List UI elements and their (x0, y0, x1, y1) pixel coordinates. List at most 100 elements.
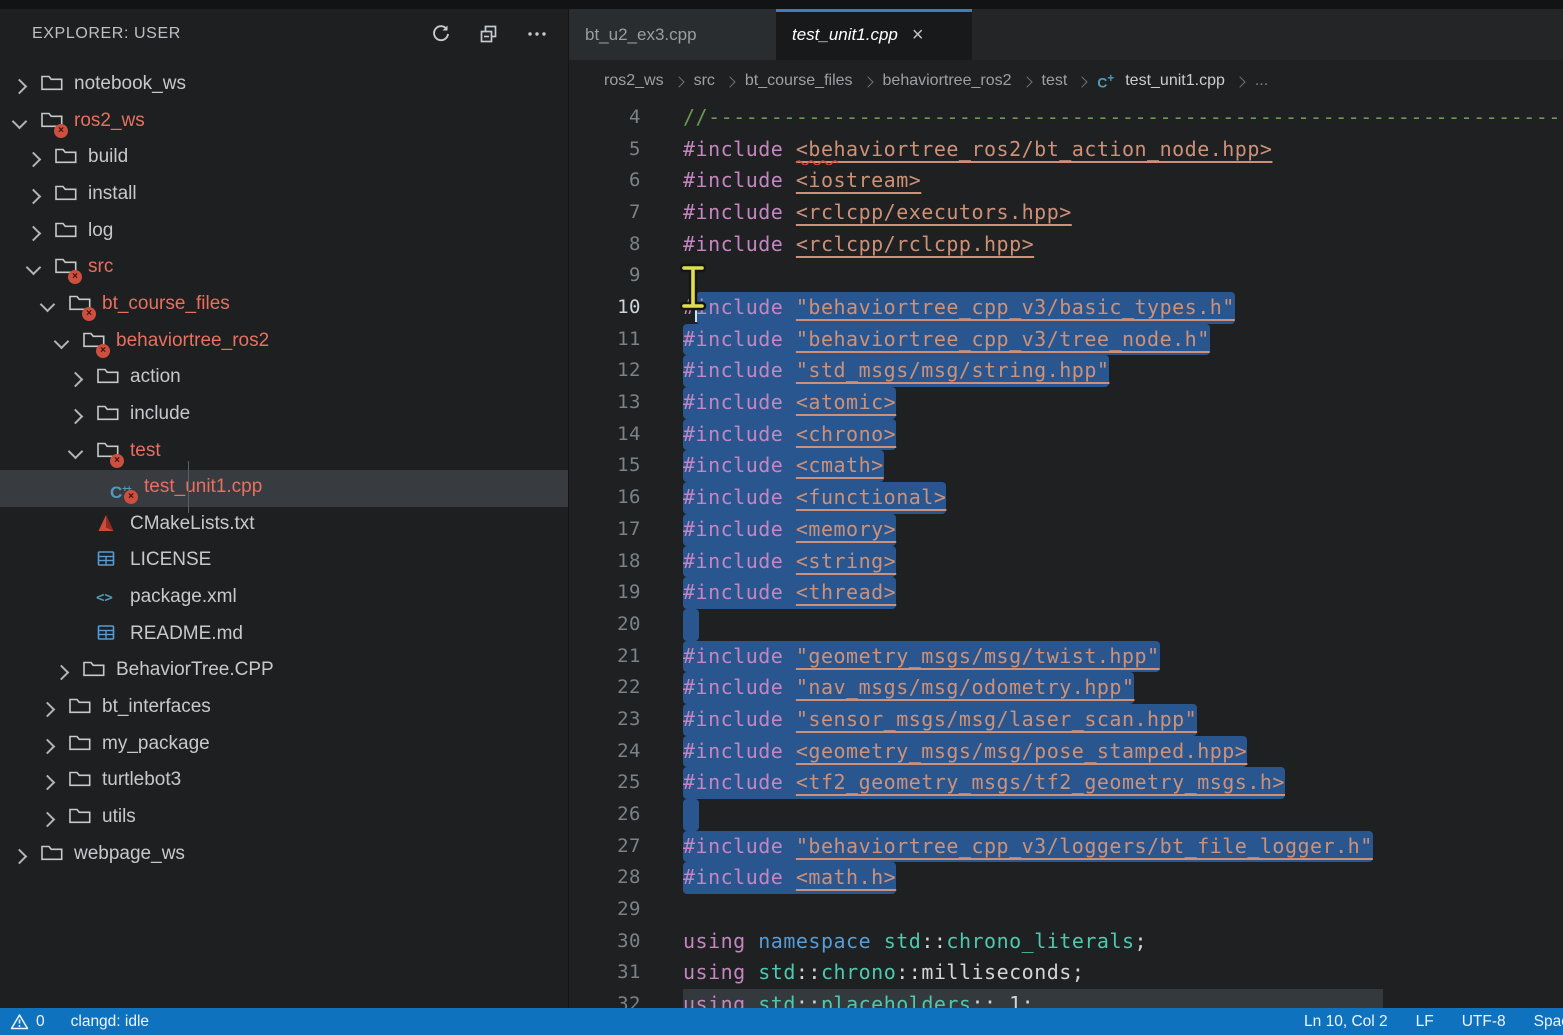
code-line-content[interactable]: #include <rclcpp/executors.hpp> (683, 197, 1563, 229)
code-line-content[interactable]: #include <functional> (683, 482, 1563, 514)
tree-item-behaviortree-cpp[interactable]: BehaviorTree.CPP (0, 653, 568, 690)
code-line-content[interactable]: #include <tf2_geometry_msgs/tf2_geometry… (683, 767, 1563, 799)
tree-item-behaviortree-ros2[interactable]: ×behaviortree_ros2 (0, 324, 568, 361)
breadcrumb-item-behaviortree_ros2[interactable]: behaviortree_ros2 (883, 72, 1012, 90)
tree-item-ros2-ws[interactable]: ×ros2_ws (0, 104, 568, 141)
line-number[interactable]: 10 (569, 292, 641, 324)
tree-item-cmakelists-txt[interactable]: CMakeLists.txt (0, 507, 568, 544)
code-line-content[interactable] (683, 609, 1563, 641)
line-number[interactable]: 4 (569, 102, 641, 134)
tree-item-log[interactable]: log (0, 214, 568, 251)
tree-item-my-package[interactable]: my_package (0, 727, 568, 764)
tree-item-license[interactable]: LICENSE (0, 543, 568, 580)
code-line-content[interactable] (683, 260, 1563, 292)
line-number[interactable]: 23 (569, 704, 641, 736)
tree-item-turtlebot3[interactable]: turtlebot3 (0, 763, 568, 800)
breadcrumb-file[interactable]: test_unit1.cpp (1125, 72, 1225, 90)
breadcrumb-item-test[interactable]: test (1042, 72, 1068, 90)
code-line-content[interactable]: #include <math.h> (683, 862, 1563, 894)
tree-item-include[interactable]: include (0, 397, 568, 434)
code-line-content[interactable]: using std::placeholders::_1; (683, 989, 1563, 1008)
breadcrumb-more[interactable]: ... (1255, 72, 1268, 90)
breadcrumb-item-ros2_ws[interactable]: ros2_ws (604, 72, 664, 90)
code-line-content[interactable]: using namespace std::chrono_literals; (683, 926, 1563, 958)
line-number[interactable]: 12 (569, 355, 641, 387)
line-number[interactable]: 26 (569, 799, 641, 831)
code-line-content[interactable]: #include "behaviortree_cpp_v3/loggers/bt… (683, 831, 1563, 863)
code-line-content[interactable]: using std::chrono::milliseconds; (683, 957, 1563, 989)
code-line-content[interactable]: #include "std_msgs/msg/string.hpp" (683, 355, 1563, 387)
code-line-content[interactable]: #include <string> (683, 546, 1563, 578)
tree-item-utils[interactable]: utils (0, 800, 568, 837)
code-line-content[interactable]: #include <atomic> (683, 387, 1563, 419)
code-line-content[interactable]: #include <cmath> (683, 450, 1563, 482)
line-number[interactable]: 19 (569, 577, 641, 609)
code-editor[interactable]: 4 //-------------------------------------… (569, 93, 1563, 1008)
collapse-folders-button[interactable] (478, 23, 500, 45)
line-number[interactable]: 5 (569, 134, 641, 166)
line-number[interactable]: 7 (569, 197, 641, 229)
tree-item-bt-interfaces[interactable]: bt_interfaces (0, 690, 568, 727)
line-number[interactable]: 28 (569, 862, 641, 894)
code-line-content[interactable]: #include "sensor_msgs/msg/laser_scan.hpp… (683, 704, 1563, 736)
tree-item-install[interactable]: install (0, 177, 568, 214)
line-number[interactable]: 13 (569, 387, 641, 419)
line-number[interactable]: 27 (569, 831, 641, 863)
line-number[interactable]: 31 (569, 957, 641, 989)
code-line-content[interactable]: #include "behaviortree_cpp_v3/basic_type… (683, 292, 1563, 324)
tree-item-webpage-ws[interactable]: webpage_ws (0, 837, 568, 874)
line-number[interactable]: 14 (569, 419, 641, 451)
breadcrumb-item-src[interactable]: src (694, 72, 715, 90)
tab-test-unit1-cpp[interactable]: test_unit1.cpp× (776, 9, 972, 60)
line-number[interactable]: 32 (569, 989, 641, 1008)
line-number[interactable]: 29 (569, 894, 641, 926)
code-line-content[interactable]: #include <behaviortree_ros2/bt_action_no… (683, 134, 1563, 166)
more-actions-button[interactable] (526, 23, 548, 45)
line-number[interactable]: 25 (569, 767, 641, 799)
tree-item-readme-md[interactable]: README.md (0, 617, 568, 654)
code-line-content[interactable]: //--------------------------------------… (683, 102, 1563, 134)
tree-item-bt-course-files[interactable]: ×bt_course_files (0, 287, 568, 324)
line-number[interactable]: 22 (569, 672, 641, 704)
tree-item-notebook-ws[interactable]: notebook_ws (0, 67, 568, 104)
refresh-explorer-button[interactable] (430, 23, 452, 45)
code-line-content[interactable]: #include "behaviortree_cpp_v3/tree_node.… (683, 324, 1563, 356)
line-number[interactable]: 20 (569, 609, 641, 641)
tree-item-build[interactable]: build (0, 140, 568, 177)
line-number[interactable]: 9 (569, 260, 641, 292)
encoding-indicator[interactable]: UTF-8 (1462, 1013, 1506, 1031)
code-line-content[interactable]: #include <chrono> (683, 419, 1563, 451)
tree-item-action[interactable]: action (0, 360, 568, 397)
cursor-position[interactable]: Ln 10, Col 2 (1304, 1013, 1388, 1031)
code-line-content[interactable]: #include "nav_msgs/msg/odometry.hpp" (683, 672, 1563, 704)
code-line-content[interactable]: #include <memory> (683, 514, 1563, 546)
line-number[interactable]: 17 (569, 514, 641, 546)
code-line-content[interactable]: #include <iostream> (683, 165, 1563, 197)
tree-item-test-unit1-cpp[interactable]: C++×test_unit1.cpp (0, 470, 568, 507)
code-line-content[interactable]: #include <geometry_msgs/msg/pose_stamped… (683, 736, 1563, 768)
code-line-content[interactable]: #include <rclcpp/rclcpp.hpp> (683, 229, 1563, 261)
line-number[interactable]: 24 (569, 736, 641, 768)
line-number[interactable]: 30 (569, 926, 641, 958)
breadcrumb-item-bt_course_files[interactable]: bt_course_files (745, 72, 853, 90)
line-number[interactable]: 11 (569, 324, 641, 356)
tree-item-src[interactable]: ×src (0, 250, 568, 287)
code-line-content[interactable]: #include <thread> (683, 577, 1563, 609)
line-number[interactable]: 16 (569, 482, 641, 514)
indentation-indicator[interactable]: Spac (1534, 1013, 1563, 1031)
line-number[interactable]: 15 (569, 450, 641, 482)
problems-indicator[interactable]: 0 (10, 1013, 45, 1031)
line-number[interactable]: 18 (569, 546, 641, 578)
close-tab-icon[interactable]: × (912, 25, 924, 45)
line-number[interactable]: 21 (569, 641, 641, 673)
code-line-content[interactable] (683, 894, 1563, 926)
eol-indicator[interactable]: LF (1416, 1013, 1434, 1031)
line-number[interactable]: 6 (569, 165, 641, 197)
line-number[interactable]: 8 (569, 229, 641, 261)
code-line-content[interactable]: #include "geometry_msgs/msg/twist.hpp" (683, 641, 1563, 673)
code-line-content[interactable] (683, 799, 1563, 831)
tree-item-package-xml[interactable]: <>package.xml (0, 580, 568, 617)
tree-item-test[interactable]: ×test (0, 434, 568, 471)
tab-bt-u2-ex3-cpp[interactable]: bt_u2_ex3.cpp (569, 9, 776, 60)
clangd-status[interactable]: clangd: idle (71, 1013, 149, 1031)
